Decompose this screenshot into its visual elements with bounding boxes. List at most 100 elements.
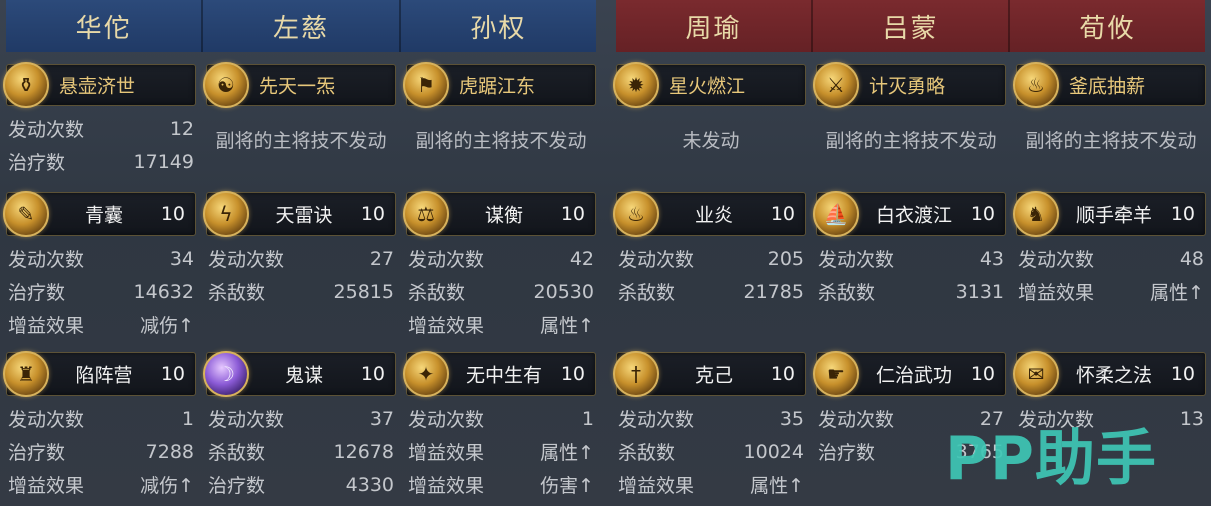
skill-bar[interactable]: ⚖ 谋衡 10 xyxy=(403,191,596,237)
skill-stats: 发动次数 43 杀敌数 3131 xyxy=(816,236,1006,308)
skill-block: ☽ 鬼谋 10 发动次数 37 杀敌数 12678 治疗数 4330 xyxy=(203,351,396,501)
general-name[interactable]: 孙权 xyxy=(401,0,596,52)
stat-row: 杀敌数 25815 xyxy=(208,275,394,308)
skill-name: 白衣渡江 xyxy=(875,204,952,227)
main-skill-bar[interactable]: ☯ 先天一炁 xyxy=(203,62,396,108)
skill-stats: 发动次数 1 治疗数 7288 增益效果 减伤↑ xyxy=(6,396,196,501)
fire-icon: ✹ xyxy=(613,62,659,108)
general-name[interactable]: 吕蒙 xyxy=(813,0,1010,52)
stat-value: 48 xyxy=(1179,247,1204,270)
stat-row: 治疗数 7288 xyxy=(8,435,194,468)
main-skill-bar[interactable]: ⚑ 虎踞江东 xyxy=(403,62,596,108)
meditate-icon: ☯ xyxy=(203,62,249,108)
skill-bar[interactable]: ♞ 顺手牵羊 10 xyxy=(1013,191,1206,237)
skill-block: ⚖ 谋衡 10 发动次数 42 杀敌数 20530 增益效果 属性↑ xyxy=(403,191,596,341)
stat-row: 杀敌数 3131 xyxy=(818,275,1004,308)
stat-label: 发动次数 xyxy=(208,249,285,271)
skill-level: 10 xyxy=(160,203,185,225)
watermark-logo: PP助手 xyxy=(945,424,1157,494)
main-skill-name: 釜底抽薪 xyxy=(1069,75,1146,98)
stat-value: 25815 xyxy=(333,280,394,303)
stat-label: 发动次数 xyxy=(408,249,485,271)
skill-block: ϟ 天雷诀 10 发动次数 27 杀敌数 25815 xyxy=(203,191,396,308)
skill-name: 怀柔之法 xyxy=(1075,364,1152,387)
main-skill-block: ⚑ 虎踞江东 副将的主将技不发动 xyxy=(403,62,596,172)
stat-value: 27 xyxy=(369,247,394,270)
skill-bar[interactable]: ☽ 鬼谋 10 xyxy=(203,351,396,397)
skill-level: 10 xyxy=(970,203,995,225)
skill-stats: 发动次数 27 杀敌数 25815 xyxy=(206,236,396,308)
stat-value: 4330 xyxy=(345,473,394,496)
lightning-icon: ϟ xyxy=(203,191,249,237)
stat-value: 42 xyxy=(569,247,594,270)
stat-label: 增益效果 xyxy=(8,315,85,337)
stat-label: 治疗数 xyxy=(8,152,66,174)
stat-row: 治疗数 14632 xyxy=(8,275,194,308)
stat-value: 10024 xyxy=(743,440,804,463)
stat-row: 发动次数 35 xyxy=(618,402,804,435)
skill-bar[interactable]: ⛵ 白衣渡江 10 xyxy=(813,191,1006,237)
main-skill-bar[interactable]: ⚱ 悬壶济世 xyxy=(3,62,196,108)
stat-value: 1 xyxy=(181,407,194,430)
ghost-icon: ☽ xyxy=(203,351,249,397)
skill-bar[interactable]: ♨ 业炎 10 xyxy=(613,191,806,237)
main-skill-bar[interactable]: ♨ 釜底抽薪 xyxy=(1013,62,1206,108)
skill-name: 仁治武功 xyxy=(875,364,952,387)
skill-level: 10 xyxy=(360,203,385,225)
main-skill-bar[interactable]: ⚔ 计灭勇略 xyxy=(813,62,1006,108)
skill-level: 10 xyxy=(160,363,185,385)
skill-stats: 发动次数 1 增益效果 属性↑ 增益效果 伤害↑ xyxy=(406,396,596,501)
skill-bar[interactable]: † 克己 10 xyxy=(613,351,806,397)
scroll-icon: ✎ xyxy=(3,191,49,237)
skill-block: † 克己 10 发动次数 35 杀敌数 10024 增益效果 属性↑ xyxy=(613,351,806,501)
stat-label: 增益效果 xyxy=(618,475,695,497)
book-icon: ✉ xyxy=(1013,351,1059,397)
stat-row: 治疗数 17149 xyxy=(8,145,194,178)
stat-label: 杀敌数 xyxy=(618,282,676,304)
sword-icon: † xyxy=(613,351,659,397)
stat-row: 发动次数 1 xyxy=(408,402,594,435)
stat-row: 杀敌数 12678 xyxy=(208,435,394,468)
skill-block: ✦ 无中生有 10 发动次数 1 增益效果 属性↑ 增益效果 伤害↑ xyxy=(403,351,596,501)
stat-row: 增益效果 属性↑ xyxy=(618,468,804,501)
stat-value: 34 xyxy=(169,247,194,270)
stat-value: 43 xyxy=(979,247,1004,270)
stat-label: 治疗数 xyxy=(8,282,66,304)
stat-value: 37 xyxy=(369,407,394,430)
general-name[interactable]: 华佗 xyxy=(6,0,204,52)
skill-name: 业炎 xyxy=(694,204,733,227)
stat-label: 治疗数 xyxy=(8,442,66,464)
skill-bar[interactable]: ☛ 仁治武功 10 xyxy=(813,351,1006,397)
stat-label: 发动次数 xyxy=(618,249,695,271)
skill-name: 谋衡 xyxy=(484,204,523,227)
skill-bar[interactable]: ✎ 青囊 10 xyxy=(3,191,196,237)
skill-bar[interactable]: ✉ 怀柔之法 10 xyxy=(1013,351,1206,397)
stat-label: 发动次数 xyxy=(8,119,85,141)
main-skill-bar[interactable]: ✹ 星火燃江 xyxy=(613,62,806,108)
stat-label: 杀敌数 xyxy=(818,282,876,304)
main-skill-name: 先天一炁 xyxy=(259,75,336,98)
main-skill-name: 计灭勇略 xyxy=(869,75,946,98)
skill-block: ♜ 陷阵营 10 发动次数 1 治疗数 7288 增益效果 减伤↑ xyxy=(3,351,196,501)
general-name[interactable]: 左慈 xyxy=(203,0,401,52)
stat-value: 伤害↑ xyxy=(540,475,594,497)
stat-label: 发动次数 xyxy=(1018,249,1095,271)
skill-name: 克己 xyxy=(694,364,733,387)
skill-bar[interactable]: ϟ 天雷诀 10 xyxy=(203,191,396,237)
banner-icon: ⚑ xyxy=(403,62,449,108)
soldier-icon: ♜ xyxy=(3,351,49,397)
stat-value: 7288 xyxy=(145,440,194,463)
general-name[interactable]: 周瑜 xyxy=(616,0,813,52)
skill-block: ✎ 青囊 10 发动次数 34 治疗数 14632 增益效果 减伤↑ xyxy=(3,191,196,341)
skill-status-note: 副将的主将技不发动 xyxy=(215,129,387,152)
main-skill-name: 悬壶济世 xyxy=(59,75,136,98)
stat-row: 发动次数 12 xyxy=(8,112,194,145)
skill-level: 10 xyxy=(970,363,995,385)
general-name[interactable]: 荀攸 xyxy=(1010,0,1205,52)
skill-bar[interactable]: ♜ 陷阵营 10 xyxy=(3,351,196,397)
skill-level: 10 xyxy=(770,363,795,385)
skill-stats: 发动次数 42 杀敌数 20530 增益效果 属性↑ xyxy=(406,236,596,341)
stat-value: 20530 xyxy=(533,280,594,303)
stat-label: 增益效果 xyxy=(408,442,485,464)
skill-bar[interactable]: ✦ 无中生有 10 xyxy=(403,351,596,397)
